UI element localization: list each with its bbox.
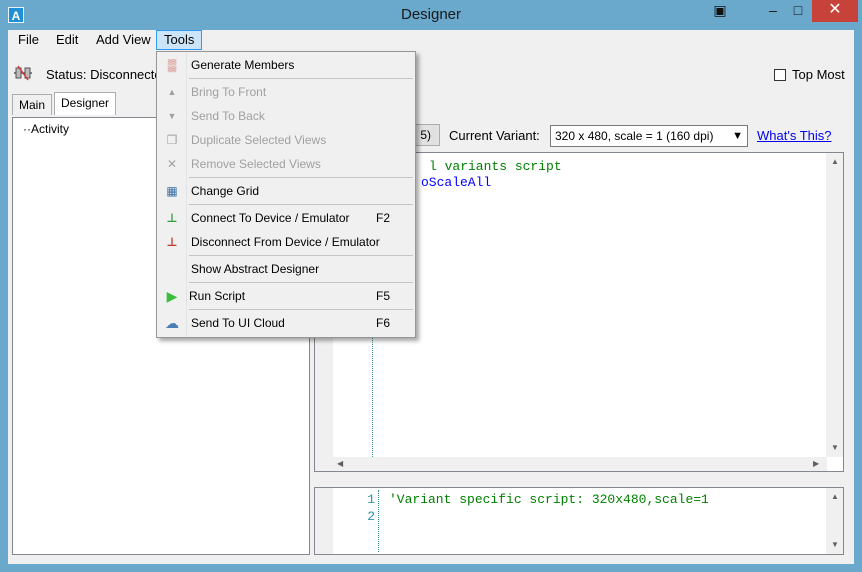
variant-script-editor[interactable]: 1 2 'Variant specific script: 320x480,sc… — [314, 487, 844, 555]
editor-gutter — [315, 488, 333, 554]
menu-separator — [189, 204, 413, 205]
tree-item-activity[interactable]: ··Activity — [23, 122, 69, 136]
scroll-up-icon[interactable]: ▲ — [831, 157, 839, 166]
cloud-icon: ☁ — [165, 315, 179, 331]
menu-item-connect-device[interactable]: ⊥ Connect To Device / Emulator F2 — [157, 207, 415, 229]
designer-window: A Designer ▣ – □ ✕ File Edit Add View To… — [0, 0, 862, 572]
vertical-scrollbar[interactable]: ▲ ▼ — [826, 488, 843, 554]
line-number: 1 — [367, 492, 375, 507]
disconnect-icon: ⊥ — [166, 235, 178, 249]
remove-icon: ✕ — [166, 157, 178, 171]
menu-tools[interactable]: Tools — [156, 30, 203, 50]
menu-item-remove-selected-views[interactable]: ✕ Remove Selected Views — [157, 153, 415, 175]
client-area: File Edit Add View Tools Status: Disconn… — [8, 30, 854, 564]
menu-separator — [189, 282, 413, 283]
close-button[interactable]: ✕ — [812, 0, 858, 22]
menu-separator — [189, 309, 413, 310]
variant-select[interactable]: 320 x 480, scale = 1 (160 dpi) ▼ — [550, 125, 748, 147]
menu-item-disconnect-device[interactable]: ⊥ Disconnect From Device / Emulator — [157, 231, 415, 253]
scroll-left-icon[interactable]: ◀ — [337, 459, 343, 468]
whats-this-link[interactable]: What's This? — [757, 128, 832, 143]
chevron-down-icon: ▼ — [732, 130, 743, 142]
tools-menu: ▒ Generate Members ▲ Bring To Front ▼ Se… — [156, 51, 416, 338]
vertical-scrollbar[interactable]: ▲ ▼ — [826, 153, 843, 457]
disconnected-plug-icon — [14, 65, 32, 81]
title-bar: A Designer ▣ – □ ✕ — [0, 0, 862, 30]
scroll-down-icon[interactable]: ▼ — [831, 443, 839, 452]
tab-designer-scripts[interactable]: Designer Scripts — [54, 92, 117, 130]
menu-add-view[interactable]: Add View — [89, 30, 158, 50]
code-line: l variants script — [429, 159, 562, 174]
menu-item-run-script[interactable]: ▶ Run Script F5 — [157, 285, 415, 307]
fold-guide — [378, 490, 379, 552]
menu-shortcut: F5 — [376, 289, 391, 303]
code-line: 'Variant specific script: 320x480,scale=… — [389, 492, 709, 507]
menu-item-change-grid[interactable]: ▦ Change Grid — [157, 180, 415, 202]
menu-separator — [189, 255, 413, 256]
menu-item-generate-members[interactable]: ▒ Generate Members — [157, 54, 415, 76]
restore-icon[interactable]: ▣ — [710, 0, 730, 22]
status-text: Status: Disconnected — [46, 67, 169, 82]
top-most-label: Top Most — [792, 67, 845, 82]
menu-item-duplicate-selected-views[interactable]: ❐ Duplicate Selected Views — [157, 129, 415, 151]
scroll-down-icon[interactable]: ▼ — [831, 540, 839, 549]
menu-shortcut: F2 — [376, 211, 391, 225]
menu-shortcut: F6 — [376, 316, 391, 330]
current-variant-label: Current Variant: — [449, 128, 540, 143]
menu-edit[interactable]: Edit — [49, 30, 85, 50]
minimize-button[interactable]: – — [760, 0, 786, 22]
scroll-up-icon[interactable]: ▲ — [831, 492, 839, 501]
editor-splitter[interactable] — [314, 476, 844, 482]
variant-selected-value: 320 x 480, scale = 1 (160 dpi) — [555, 129, 714, 143]
connect-icon: ⊥ — [166, 211, 178, 225]
window-title: Designer — [400, 6, 462, 23]
menu-separator — [189, 78, 413, 79]
line-number: 2 — [367, 509, 375, 524]
maximize-button[interactable]: □ — [786, 0, 810, 22]
menu-item-show-abstract-designer[interactable]: Show Abstract Designer — [157, 258, 415, 280]
checkbox-box[interactable] — [774, 69, 786, 81]
horizontal-scrollbar[interactable]: ◀ ▶ — [333, 457, 827, 471]
top-most-checkbox[interactable]: Top Most — [774, 67, 845, 82]
generate-icon: ▒ — [167, 58, 177, 72]
play-icon: ▶ — [166, 288, 178, 304]
menu-item-send-to-back[interactable]: ▼ Send To Back — [157, 105, 415, 127]
menu-item-bring-to-front[interactable]: ▲ Bring To Front — [157, 81, 415, 103]
tab-main[interactable]: Main — [12, 94, 53, 115]
menu-file[interactable]: File — [11, 30, 46, 50]
grid-icon: ▦ — [166, 184, 178, 198]
menu-bar: File Edit Add View Tools — [8, 30, 854, 50]
scroll-right-icon[interactable]: ▶ — [813, 459, 819, 468]
code-line: oScaleAll — [421, 175, 492, 190]
menu-separator — [189, 177, 413, 178]
menu-item-send-to-ui-cloud[interactable]: ☁ Send To UI Cloud F6 — [157, 312, 415, 334]
bring-front-icon: ▲ — [167, 87, 177, 97]
send-back-icon: ▼ — [167, 111, 177, 121]
duplicate-icon: ❐ — [166, 133, 178, 147]
